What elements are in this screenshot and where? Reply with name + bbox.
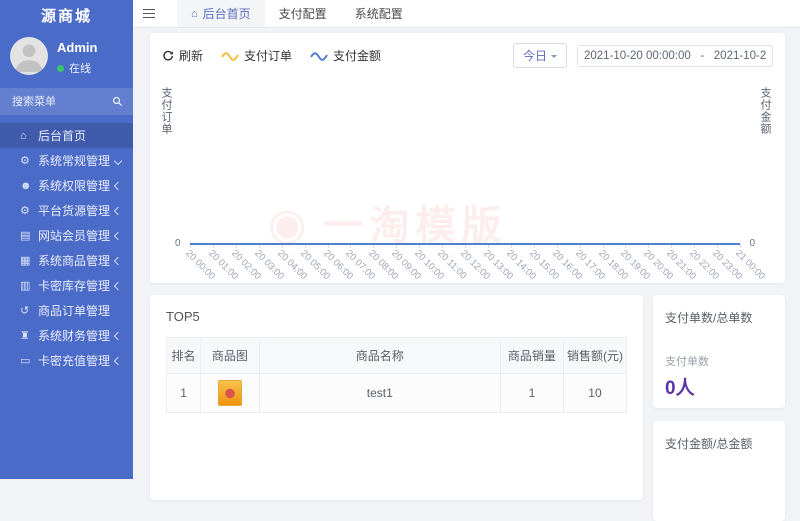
tab-label: 支付配置 [279,5,327,22]
legend-line-icon [221,51,239,61]
sidebar-item-system-goods[interactable]: ▦系统商品管理 [0,248,133,273]
tab-system-config[interactable]: 系统配置 [341,0,417,27]
sidebar-item-system-general[interactable]: ⚙系统常规管理 [0,148,133,173]
top5-col-header: 商品名称 [259,338,500,374]
top5-header-row: 排名商品图商品名称商品销量销售额(元) [167,338,627,374]
sidebar-menu: ⌂后台首页⚙系统常规管理☻系统权限管理⚙平台货源管理▤网站会员管理▦系统商品管理… [0,123,133,373]
rank-cell: 1 [167,374,201,413]
sidebar-item-system-permission[interactable]: ☻系统权限管理 [0,173,133,198]
chart-series-svg [190,79,740,245]
top5-col-header: 商品销量 [500,338,563,374]
user-panel[interactable]: Admin 在线 [0,29,133,82]
sidebar-item-system-finance[interactable]: ♜系统财务管理 [0,323,133,348]
users-icon: ☻ [20,180,38,192]
sidebar-item-dashboard[interactable]: ⌂后台首页 [0,123,133,148]
dashboard-icon: ⌂ [20,130,38,142]
main-content: 刷新 支付订单 支付金额 今日 支付订单 支付金额 0 0 20 00:0020… [133,28,800,479]
hamburger-menu-icon[interactable] [133,0,177,27]
top5-col-header: 销售额(元) [563,338,626,374]
amount-cell: 10 [563,374,626,413]
tab-label: 后台首页 [203,5,251,22]
sidebar-item-goods-orders[interactable]: ↺商品订单管理 [0,298,133,323]
legend-label: 支付订单 [244,47,292,64]
top5-col-header: 商品图 [201,338,260,374]
stat-card-orders: 支付单数/总单数 支付单数 0人 [653,295,785,408]
sidebar-item-card-recharge[interactable]: ▭卡密充值管理 [0,348,133,373]
legend-item[interactable]: 支付订单 [221,47,292,64]
search-input[interactable] [10,95,112,109]
app-logo: 源商城 [0,0,133,29]
search-icon [112,96,123,107]
top5-body: 1test1110 [167,374,627,413]
bank-icon: ♜ [20,329,38,342]
name-cell: test1 [259,374,500,413]
tab-bar: ⌂ 后台首页 支付配置 系统配置 [177,0,417,27]
line-chart: 支付订单 支付金额 0 0 20 00:0020 01:0020 02:0020… [190,79,740,245]
stat-card-title: 支付单数/总单数 [665,309,773,326]
sidebar-item-platform-supply[interactable]: ⚙平台货源管理 [0,198,133,223]
top5-col-header: 排名 [167,338,201,374]
chart-legend: 支付订单 支付金额 [221,47,381,64]
stat-card-value: 0人 [665,373,773,400]
legend-line-icon [310,51,328,61]
x-axis-ticks: 20 00:0020 01:0020 02:0020 03:0020 04:00… [190,244,740,280]
sidebar-item-card-stock[interactable]: ▥卡密库存管理 [0,273,133,298]
sidebar: 源商城 Admin 在线 ⌂后台首页⚙系统常规管理☻系统权限管理⚙平台货源管理▤… [0,0,133,479]
user-name: Admin [57,40,97,55]
topbar: ⌂ 后台首页 支付配置 系统配置 [133,0,800,28]
avatar [10,37,48,75]
sales-cell: 1 [500,374,563,413]
refresh-label: 刷新 [179,47,203,64]
image-cell [201,374,260,413]
online-dot-icon [57,65,64,72]
today-range-button[interactable]: 今日 [513,43,567,68]
table-row: 1test1110 [167,374,627,413]
refresh-button[interactable]: 刷新 [162,47,203,64]
legend-label: 支付金额 [333,47,381,64]
dashboard-icon: ⌂ [191,8,198,20]
tab-label: 系统配置 [355,5,403,22]
product-image [218,380,242,406]
cart-icon: ▥ [20,279,38,292]
range-group: 今日 [513,43,773,68]
refresh-icon [162,50,174,62]
top5-card: TOP5 排名商品图商品名称商品销量销售额(元) 1test1110 [150,295,643,500]
tab-dashboard[interactable]: ⌂ 后台首页 [177,0,265,27]
y-axis-right-label: 支付金额 [757,87,773,135]
stat-card-amount: 支付金额/总金额 [653,421,785,521]
list-icon: ▤ [20,229,38,242]
history-icon: ↺ [20,304,38,317]
credit-card-icon: ▭ [20,354,38,367]
chart-toolbar: 刷新 支付订单 支付金额 今日 [150,33,785,68]
chart-card: 刷新 支付订单 支付金额 今日 支付订单 支付金额 0 0 20 00:0020… [150,33,785,283]
date-range-input[interactable] [577,45,773,67]
cogs-icon: ⚙ [20,204,38,217]
archive-icon: ▦ [20,254,38,267]
avatar-silhouette-icon [10,37,48,75]
legend-item[interactable]: 支付金额 [310,47,381,64]
cogs-icon: ⚙ [20,154,38,167]
top5-table: 排名商品图商品名称商品销量销售额(元) 1test1110 [166,337,627,413]
user-status: 在线 [57,60,97,76]
sidebar-item-label: 商品订单管理 [38,302,133,319]
tab-pay-config[interactable]: 支付配置 [265,0,341,27]
sidebar-search [0,88,133,115]
y-axis-left-tick: 0 [175,238,181,249]
y-axis-left-label: 支付订单 [158,87,174,135]
y-axis-right-tick: 0 [749,238,755,249]
user-status-label: 在线 [69,60,91,76]
sidebar-item-site-members[interactable]: ▤网站会员管理 [0,223,133,248]
stat-card-label: 支付单数 [665,353,773,369]
top5-title: TOP5 [166,309,627,324]
sidebar-item-label: 后台首页 [38,127,133,144]
stat-card-title: 支付金额/总金额 [665,435,773,452]
chevron-down-icon [551,55,557,61]
